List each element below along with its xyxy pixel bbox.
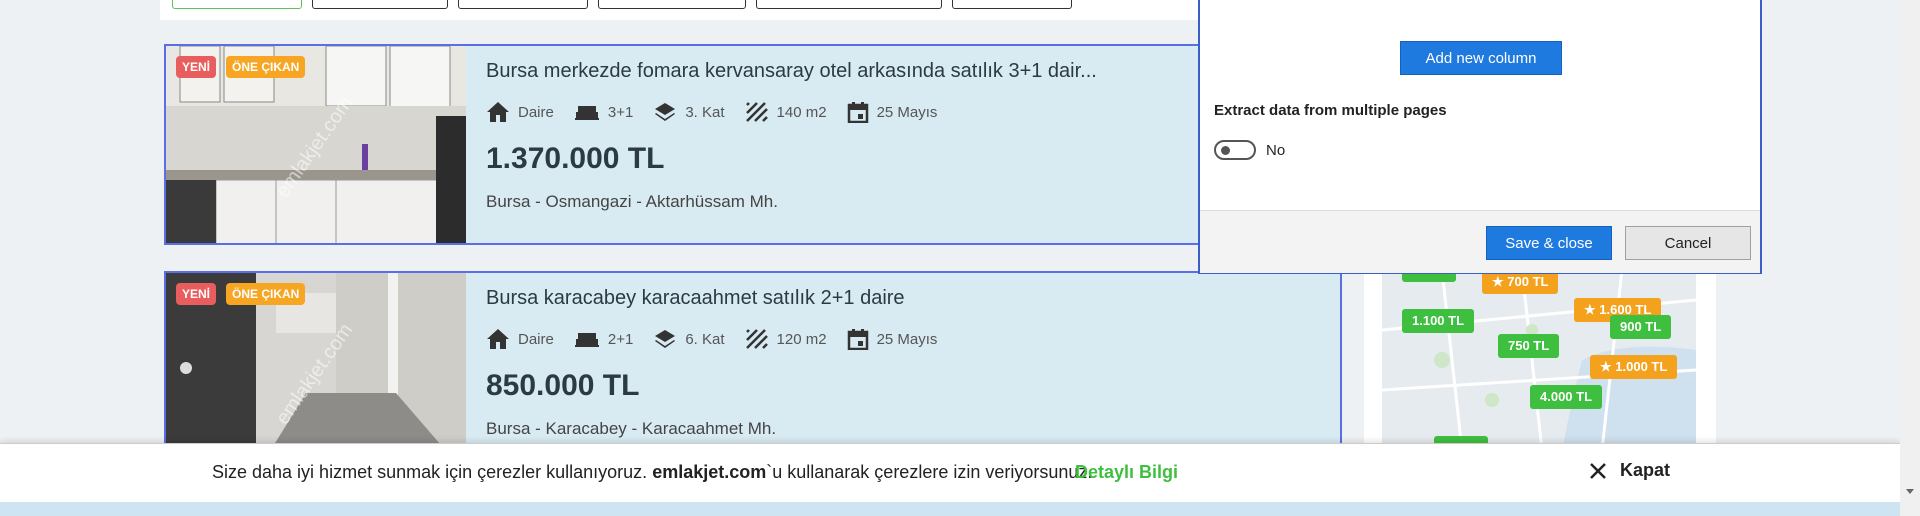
toggle-state-label: No xyxy=(1266,142,1286,159)
feature-area-value: 120 m2 xyxy=(776,330,827,348)
listing-location: Bursa - Osmangazi - Aktarhüssam Mh. xyxy=(486,192,778,211)
pin-label: 1.000 TL xyxy=(1615,359,1668,374)
pin-label: 750 TL xyxy=(1508,338,1550,353)
listing-card[interactable]: YENİ ÖNE ÇIKAN emlakjet.com Bursa merkez… xyxy=(164,44,1342,245)
filter-chip[interactable] xyxy=(598,0,746,9)
cookie-message: Size daha iyi hizmet sunmak için çerezle… xyxy=(212,462,1092,483)
feature-date-value: 25 Mayıs xyxy=(876,330,938,348)
cookie-detail-link[interactable]: Detaylı Bilgi xyxy=(1075,462,1178,483)
feature-date-value: 25 Mayıs xyxy=(876,103,938,121)
featured-badge: ÖNE ÇIKAN xyxy=(226,56,306,78)
feature-rooms: 3+1 xyxy=(574,102,633,122)
listing-title[interactable]: Bursa merkezde fomara kervansaray otel a… xyxy=(486,60,1097,83)
home-icon xyxy=(487,329,509,349)
pin-label: 700 TL xyxy=(1507,274,1549,289)
filter-bar xyxy=(160,0,1200,20)
map-price-pin[interactable]: ★ 1.000 TL xyxy=(1590,355,1678,379)
feature-date: 25 Mayıs xyxy=(847,328,938,350)
feature-type-value: Daire xyxy=(518,330,554,348)
listing-price: 1.370.000 TL xyxy=(486,142,665,175)
map-price-pin[interactable]: 750 TL xyxy=(1498,334,1560,358)
filter-chip[interactable] xyxy=(756,0,942,9)
feature-type: Daire xyxy=(486,328,554,350)
close-icon xyxy=(1590,462,1606,479)
map-panel[interactable]: ★ 700 TL ★ 1.600 TL 1.100 TL 900 TL 750 … xyxy=(1364,270,1716,450)
scroll-down-arrow-icon[interactable] xyxy=(1900,484,1920,500)
feature-area: 140 m2 xyxy=(745,101,827,123)
listing-location: Bursa - Karacabey - Karacaahmet Mh. xyxy=(486,419,777,438)
map-price-pin[interactable]: 4.000 TL xyxy=(1530,385,1603,409)
area-icon xyxy=(745,102,768,122)
taskbar-strip xyxy=(0,502,1900,516)
toggle-knob xyxy=(1221,146,1230,155)
cookie-text-part: Size daha iyi hizmet sunmak için çerezle… xyxy=(212,462,653,482)
cancel-button[interactable]: Cancel xyxy=(1625,226,1751,260)
dialog-footer: Save & close Cancel xyxy=(1200,210,1760,273)
calendar-icon xyxy=(847,329,868,350)
listing-photo[interactable]: YENİ ÖNE ÇIKAN emlakjet.com xyxy=(166,273,466,470)
sofa-icon xyxy=(574,106,599,120)
feature-floor: 3. Kat xyxy=(653,101,725,123)
feature-type-value: Daire xyxy=(518,103,554,121)
layers-icon xyxy=(655,103,676,121)
listing-features: Daire 2+1 6. Kat 120 m2 25 Mayıs xyxy=(486,325,957,353)
extract-heading: Extract data from multiple pages xyxy=(1214,102,1447,119)
featured-badge: ÖNE ÇIKAN xyxy=(226,283,306,305)
feature-rooms: 2+1 xyxy=(574,329,633,349)
add-new-column-button[interactable]: Add new column xyxy=(1400,41,1562,75)
sofa-icon xyxy=(574,333,599,347)
cookie-banner: Size daha iyi hizmet sunmak için çerezle… xyxy=(0,443,1900,502)
calendar-icon xyxy=(847,102,868,123)
listing-photo[interactable]: YENİ ÖNE ÇIKAN emlakjet.com xyxy=(166,46,466,243)
pin-label: 1.100 TL xyxy=(1412,313,1465,328)
listing-features: Daire 3+1 3. Kat 140 m2 25 Mayıs xyxy=(486,98,957,126)
map-price-pin[interactable]: 1.100 TL xyxy=(1402,309,1475,333)
feature-floor-value: 6. Kat xyxy=(685,330,725,348)
feature-type: Daire xyxy=(486,101,554,123)
map-price-pin[interactable]: 900 TL xyxy=(1610,315,1672,339)
cookie-brand: emlakjet.com xyxy=(652,462,767,482)
listing-title[interactable]: Bursa karacabey karacaahmet satılık 2+1 … xyxy=(486,287,905,310)
filter-chip[interactable] xyxy=(458,0,588,9)
area-icon xyxy=(745,329,768,349)
layers-icon xyxy=(655,330,676,348)
save-close-button[interactable]: Save & close xyxy=(1486,226,1612,260)
feature-rooms-value: 3+1 xyxy=(607,103,634,121)
new-badge: YENİ xyxy=(176,283,217,305)
filter-chip[interactable] xyxy=(172,0,302,9)
pin-label: 4.000 TL xyxy=(1540,389,1593,404)
extract-dialog: Add new column Extract data from multipl… xyxy=(1198,0,1762,274)
filter-chip[interactable] xyxy=(312,0,448,9)
cookie-close-button[interactable]: Kapat xyxy=(1588,460,1670,481)
pin-label: 900 TL xyxy=(1620,319,1662,334)
feature-floor: 6. Kat xyxy=(653,328,725,350)
feature-area: 120 m2 xyxy=(745,328,827,350)
feature-rooms-value: 2+1 xyxy=(607,330,634,348)
feature-floor-value: 3. Kat xyxy=(685,103,725,121)
listing-price: 850.000 TL xyxy=(486,369,640,402)
listing-card[interactable]: YENİ ÖNE ÇIKAN emlakjet.com Bursa karaca… xyxy=(164,271,1342,472)
feature-area-value: 140 m2 xyxy=(776,103,827,121)
feature-date: 25 Mayıs xyxy=(847,101,938,123)
home-icon xyxy=(487,102,509,122)
filter-chip[interactable] xyxy=(952,0,1072,9)
cookie-close-label: Kapat xyxy=(1620,460,1671,480)
new-badge: YENİ xyxy=(176,56,217,78)
page-scrollbar[interactable] xyxy=(1900,0,1920,516)
map-view[interactable]: ★ 700 TL ★ 1.600 TL 1.100 TL 900 TL 750 … xyxy=(1382,270,1696,450)
cookie-text-part: `u kullanarak çerezlere izin veriyorsunu… xyxy=(766,462,1093,482)
multi-page-toggle[interactable] xyxy=(1214,140,1256,160)
